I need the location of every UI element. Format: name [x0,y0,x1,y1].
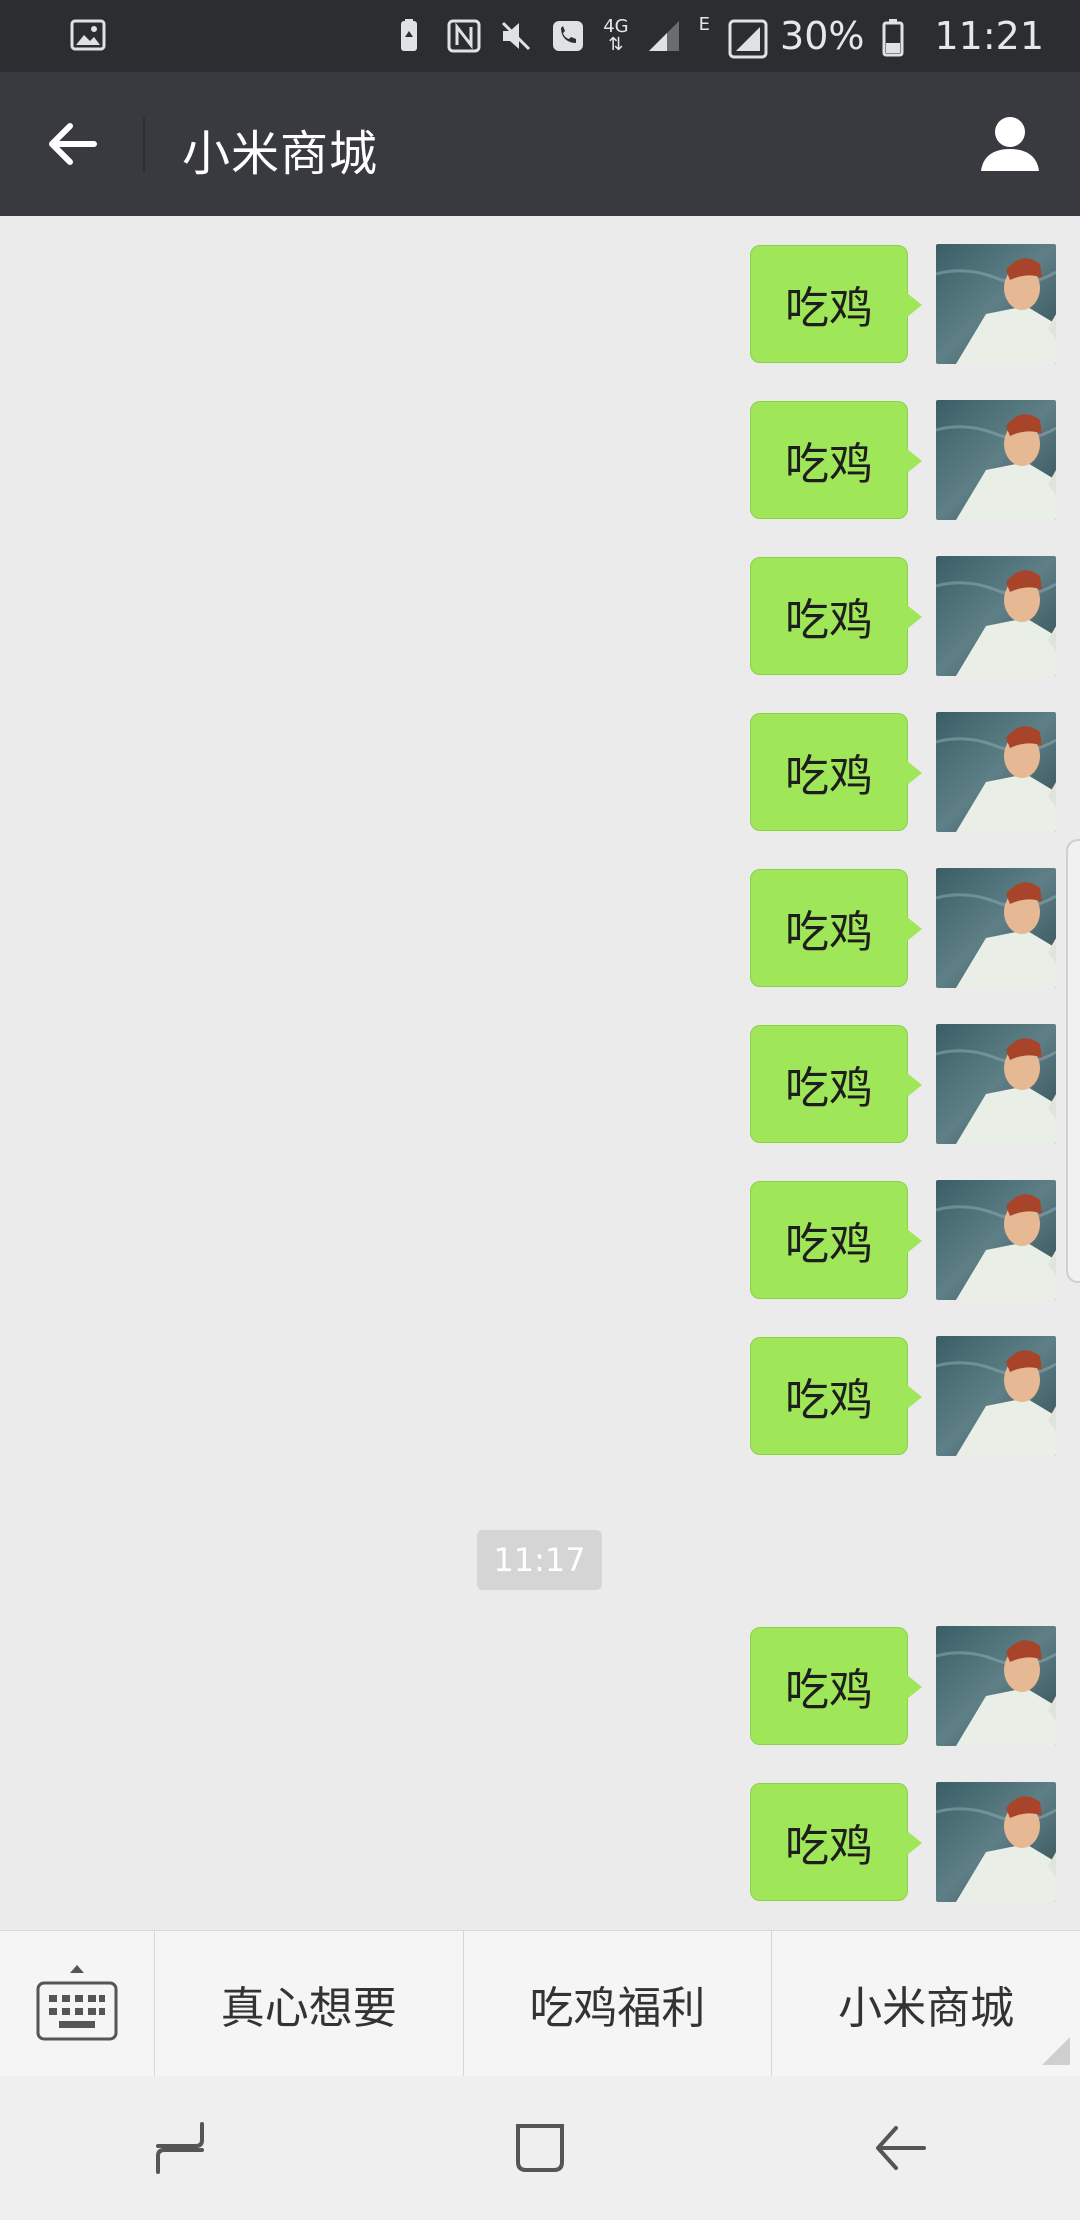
clock: 11:21 [934,14,1044,58]
home-button[interactable] [500,2108,580,2188]
avatar[interactable] [936,244,1056,364]
message-row: 吃鸡 [750,1626,1056,1746]
avatar[interactable] [936,556,1056,676]
image-icon [70,18,106,56]
message-row: 吃鸡 [750,1180,1056,1300]
avatar[interactable] [936,1180,1056,1300]
message-row: 吃鸡 [750,712,1056,832]
signal-icon [647,19,681,53]
call-icon [551,19,585,53]
message-row: 吃鸡 [750,1024,1056,1144]
avatar[interactable] [936,400,1056,520]
message-bubble[interactable]: 吃鸡 [750,713,922,831]
title-divider [143,118,145,172]
keyboard-icon [36,1965,118,2041]
back-icon [876,2126,926,2170]
mute-icon [499,19,533,53]
recent-apps-button[interactable] [140,2108,220,2188]
avatar[interactable] [936,712,1056,832]
profile-button[interactable] [978,112,1042,176]
system-nav-bar [0,2076,1080,2220]
bottom-menu: 真心想要 吃鸡福利 小米商城 [0,1930,1080,2077]
signal-strength-icon [728,19,768,59]
network-type: E [698,14,711,35]
avatar[interactable] [936,1626,1056,1746]
arrow-left-icon [49,123,97,165]
message-bubble[interactable]: 吃鸡 [750,1627,922,1745]
message-bubble[interactable]: 吃鸡 [750,1181,922,1299]
edge-panel-handle[interactable] [1066,839,1080,1283]
message-bubble[interactable]: 吃鸡 [750,869,922,987]
status-icons: 4G ⇅ E 30% 11:21 [395,0,1044,72]
menu-item-label: 小米商城 [838,1983,1015,2034]
message-bubble[interactable]: 吃鸡 [750,245,922,363]
page-title: 小米商城 [182,126,379,182]
message-bubble[interactable]: 吃鸡 [750,557,922,675]
network-label: 4G ⇅ [603,16,629,55]
submenu-indicator-icon [1042,2037,1071,2065]
avatar[interactable] [936,1336,1056,1456]
message-list[interactable]: 吃鸡 吃鸡 吃鸡 吃鸡 吃鸡 吃鸡 吃鸡 吃鸡 11:17 吃鸡 吃鸡 [0,216,1080,1930]
message-bubble[interactable]: 吃鸡 [750,1783,922,1901]
battery-icon [882,19,916,57]
person-icon [981,117,1039,171]
menu-item-sincere[interactable]: 真心想要 [155,1931,464,2077]
avatar[interactable] [936,1024,1056,1144]
menu-item-chicken-welfare[interactable]: 吃鸡福利 [464,1931,773,2077]
recent-apps-icon [156,2122,204,2174]
chat-screen: 4G ⇅ E 30% 11:21 小米商城 吃鸡 吃鸡 吃鸡 吃鸡 吃鸡 吃鸡 … [0,0,1080,2220]
status-bar: 4G ⇅ E 30% 11:21 [0,0,1080,72]
back-button[interactable] [40,112,104,176]
title-bar: 小米商城 [0,72,1080,216]
message-row: 吃鸡 [750,556,1056,676]
avatar[interactable] [936,1782,1056,1902]
message-row: 吃鸡 [750,1782,1056,1902]
message-row: 吃鸡 [750,244,1056,364]
keyboard-toggle-button[interactable] [0,1931,155,2077]
message-bubble[interactable]: 吃鸡 [750,401,922,519]
menu-item-mi-store[interactable]: 小米商城 [772,1931,1080,2077]
timestamp: 11:17 [477,1530,602,1590]
message-bubble[interactable]: 吃鸡 [750,1337,922,1455]
battery-percent: 30% [780,14,865,58]
home-icon [516,2124,564,2172]
message-bubble[interactable]: 吃鸡 [750,1025,922,1143]
avatar[interactable] [936,868,1056,988]
battery-saver-icon [395,19,429,53]
message-row: 吃鸡 [750,400,1056,520]
message-row: 吃鸡 [750,1336,1056,1456]
message-row: 吃鸡 [750,868,1056,988]
back-nav-button[interactable] [860,2108,940,2188]
nfc-icon [447,19,481,53]
